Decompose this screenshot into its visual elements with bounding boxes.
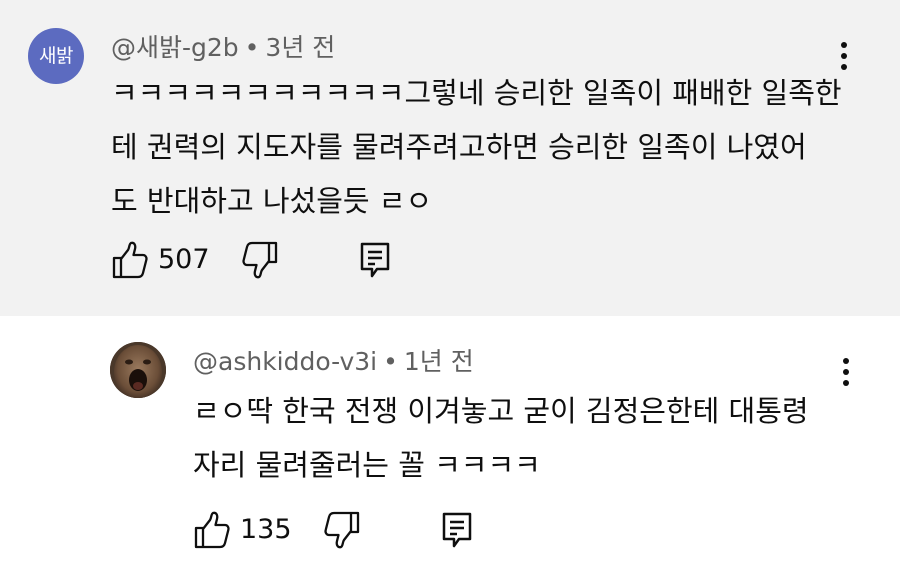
comment-author[interactable]: @새밝-g2b xyxy=(111,33,239,62)
like-count: 135 xyxy=(240,514,292,545)
comment-item-highlighted: 새밝 @새밝-g2b • 3년 전 ㅋㅋㅋㅋㅋㅋㅋㅋㅋㅋㅋ그렇네 승리한 일족이 패… xyxy=(0,0,900,316)
reply-icon xyxy=(442,512,472,548)
thumbs-up-icon xyxy=(112,241,148,279)
reply-icon xyxy=(360,242,390,278)
comment-author[interactable]: @ashkiddo-v3i xyxy=(193,347,377,376)
reply-button[interactable] xyxy=(357,240,395,280)
thumbs-down-icon xyxy=(324,511,360,549)
like-button[interactable] xyxy=(111,240,149,280)
avatar-image xyxy=(110,342,166,398)
comment-time[interactable]: 3년 전 xyxy=(265,33,335,62)
comment-header: @새밝-g2b • 3년 전 xyxy=(111,28,335,64)
like-button[interactable] xyxy=(193,510,231,550)
separator-dot: • xyxy=(244,33,260,62)
avatar-initials: 새밝 xyxy=(39,45,73,67)
comment-text-line: ㅋㅋㅋㅋㅋㅋㅋㅋㅋㅋㅋ그렇네 승리한 일족이 패배한 일족한 xyxy=(111,76,842,110)
comment-text-line: ㄹㅇ딱 한국 전쟁 이겨놓고 굳이 김정은한테 대통령 xyxy=(193,394,809,428)
reply-button[interactable] xyxy=(439,510,477,550)
comment-text: ㄹㅇ딱 한국 전쟁 이겨놓고 굳이 김정은한테 대통령 자리 물려줄러는 꼴 ㅋ… xyxy=(193,384,883,492)
dislike-button[interactable] xyxy=(323,510,361,550)
like-count: 507 xyxy=(158,244,210,275)
thumbs-up-icon xyxy=(194,511,230,549)
separator-dot: • xyxy=(383,347,398,376)
avatar[interactable]: 새밝 xyxy=(28,28,84,84)
avatar[interactable] xyxy=(110,342,166,398)
comment-time[interactable]: 1년 전 xyxy=(404,347,474,376)
comment-text: ㅋㅋㅋㅋㅋㅋㅋㅋㅋㅋㅋ그렇네 승리한 일족이 패배한 일족한 테 권력의 지도자… xyxy=(111,66,871,228)
dislike-button[interactable] xyxy=(241,240,279,280)
comment-text-line: 자리 물려줄러는 꼴 ㅋㅋㅋㅋ xyxy=(193,448,541,482)
comment-text-line: 도 반대하고 나섰을듯 ㄹㅇ xyxy=(111,184,433,218)
comment-text-line: 테 권력의 지도자를 물려주려고하면 승리한 일족이 나였어 xyxy=(111,130,807,164)
comment-header: @ashkiddo-v3i • 1년 전 xyxy=(193,342,474,378)
thumbs-down-icon xyxy=(242,241,278,279)
